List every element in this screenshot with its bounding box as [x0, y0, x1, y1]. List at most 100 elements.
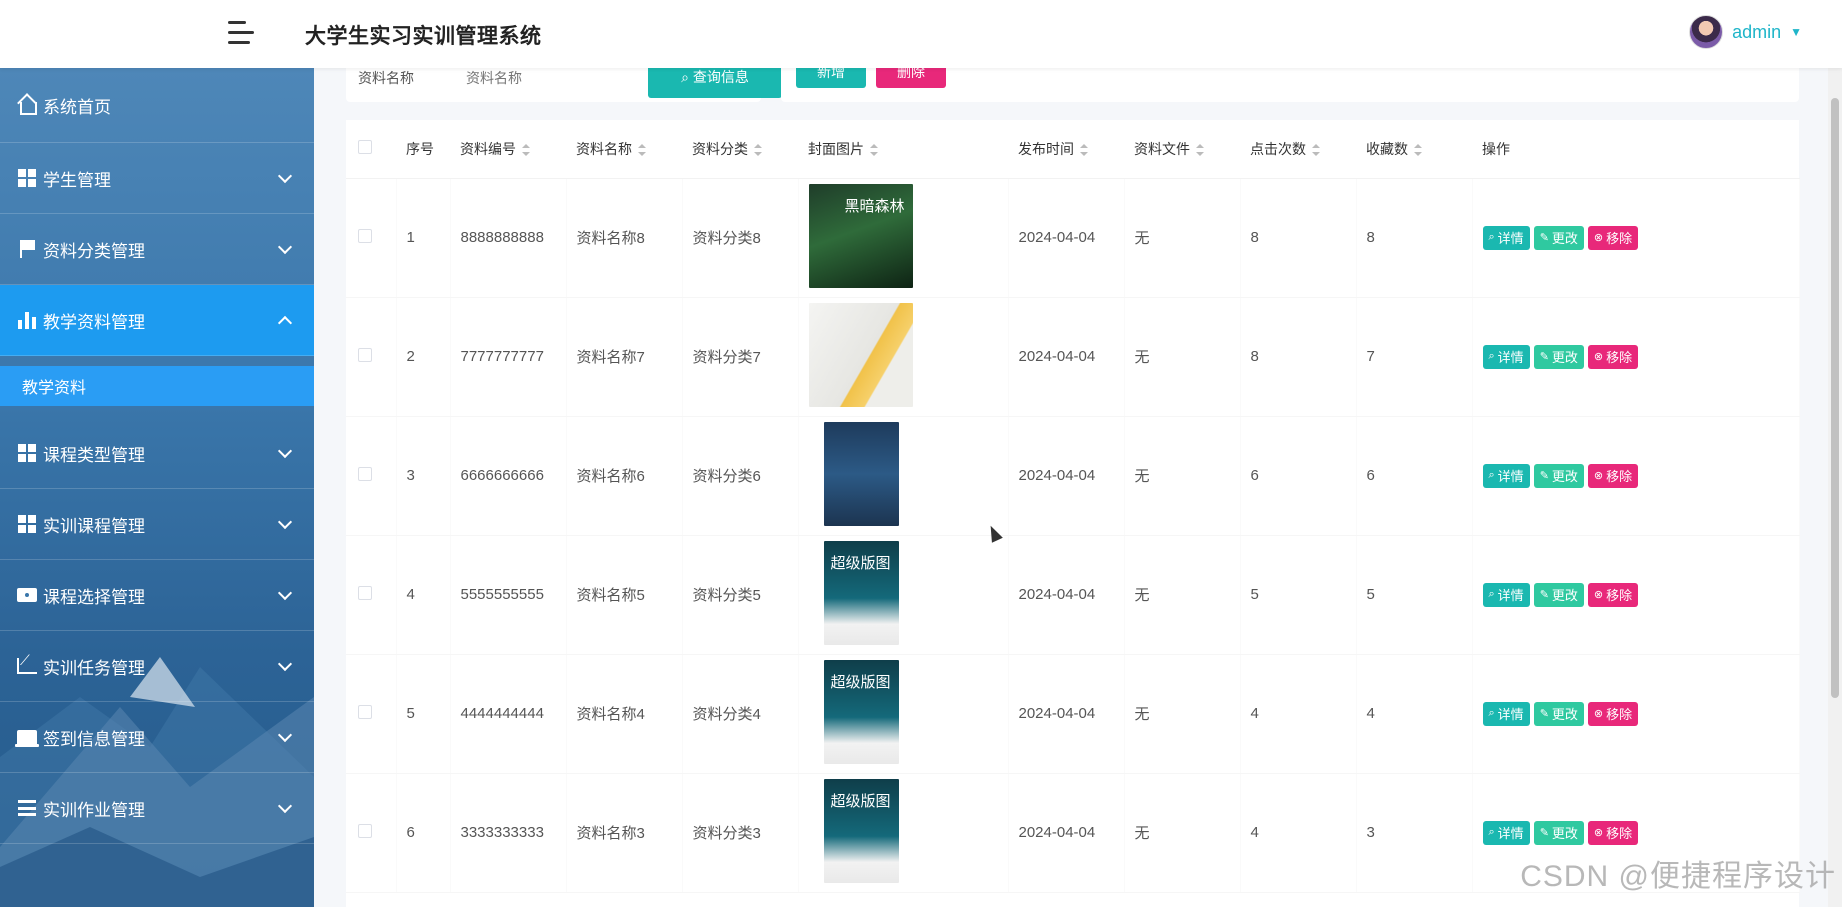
remove-label: 移除 [1606, 469, 1633, 484]
cell-favorites: 8 [1356, 178, 1473, 298]
column-header[interactable]: 资料编号 [450, 120, 566, 179]
cell-file: 无 [1124, 535, 1241, 655]
detail-button[interactable]: ⌕ 详情 [1482, 463, 1530, 488]
remove-button[interactable]: ⊗ 移除 [1587, 463, 1639, 488]
edit-button[interactable]: ✎ 更改 [1533, 344, 1584, 369]
cover-image[interactable]: 超级版图 [823, 540, 899, 645]
row-checkbox[interactable] [358, 823, 372, 838]
caret-down-icon[interactable]: ▼ [1790, 25, 1802, 39]
remove-button[interactable]: ⊗ 移除 [1587, 344, 1639, 369]
column-header[interactable]: 点击次数 [1240, 120, 1356, 179]
cover-title: 超级版图 [830, 792, 891, 810]
sort-icon[interactable] [522, 144, 530, 157]
edit-button[interactable]: ✎ 更改 [1533, 701, 1584, 726]
column-header[interactable]: 资料分类 [682, 120, 798, 179]
row-checkbox[interactable] [358, 585, 372, 600]
search-button[interactable]: ⌕ 查询信息 [648, 68, 782, 98]
column-header: 操作 [1472, 120, 1799, 179]
sort-icon[interactable] [638, 144, 646, 157]
sidebar-item-home[interactable]: 系统首页 [0, 68, 314, 143]
cell-ops: ⌕ 详情 ✎ 更改 ⊗ 移除 [1472, 535, 1800, 655]
detail-button[interactable]: ⌕ 详情 [1482, 344, 1530, 369]
scrollbar-thumb[interactable] [1831, 98, 1839, 698]
cell-date: 2024-04-04 [1008, 297, 1125, 417]
cover-image[interactable] [808, 302, 913, 407]
cell-favorites: 6 [1356, 416, 1473, 536]
pencil-icon: ✎ [1539, 827, 1549, 839]
detail-button[interactable]: ⌕ 详情 [1482, 701, 1530, 726]
edit-button[interactable]: ✎ 更改 [1533, 463, 1584, 488]
row-checkbox[interactable] [358, 228, 372, 243]
page-scrollbar[interactable] [1828, 68, 1842, 907]
sidebar-item-homework[interactable]: 实训作业管理 [0, 773, 314, 844]
edit-button[interactable]: ✎ 更改 [1533, 820, 1584, 845]
chevron-down-icon [277, 168, 293, 184]
avatar[interactable] [1689, 15, 1724, 49]
detail-button[interactable]: ⌕ 详情 [1482, 582, 1530, 607]
sidebar-item-checkin[interactable]: 签到信息管理 [0, 702, 314, 773]
sort-icon[interactable] [870, 144, 878, 157]
cover-image[interactable]: 黑暗森林 [808, 183, 913, 288]
add-button[interactable]: 新增 [796, 68, 866, 88]
column-header[interactable]: 封面图片 [798, 120, 1008, 179]
edit-label: 更改 [1551, 826, 1578, 841]
cell-cover: 黑暗森林 [798, 178, 1009, 298]
app-title: 大学生实习实训管理系统 [305, 25, 542, 48]
delete-button[interactable]: 删除 [876, 68, 946, 88]
sidebar-item-teaching-materials[interactable]: 教学资料管理 [0, 285, 314, 356]
cell-date: 2024-04-04 [1008, 773, 1125, 893]
column-header[interactable]: 资料文件 [1124, 120, 1240, 179]
cell-clicks: 4 [1240, 773, 1357, 893]
edit-button[interactable]: ✎ 更改 [1533, 225, 1584, 250]
remove-button[interactable]: ⊗ 移除 [1587, 701, 1639, 726]
search-icon: ⌕ [1488, 826, 1495, 838]
detail-button[interactable]: ⌕ 详情 [1482, 820, 1530, 845]
remove-button[interactable]: ⊗ 移除 [1587, 582, 1639, 607]
sidebar-item-category[interactable]: 资料分类管理 [0, 214, 314, 285]
cell-date: 2024-04-04 [1008, 416, 1125, 536]
cell-ops: ⌕ 详情 ✎ 更改 ⊗ 移除 [1472, 654, 1800, 774]
detail-button[interactable]: ⌕ 详情 [1482, 225, 1530, 250]
column-header[interactable]: 收藏数 [1356, 120, 1472, 179]
column-header[interactable]: 资料名称 [566, 120, 682, 179]
cell-ops: ⌕ 详情 ✎ 更改 ⊗ 移除 [1472, 178, 1800, 298]
column-header[interactable]: 发布时间 [1008, 120, 1124, 179]
sidebar-item-label: 签到信息管理 [43, 729, 145, 749]
grid-icon [16, 167, 38, 189]
row-checkbox[interactable] [358, 466, 372, 481]
user-menu[interactable]: admin ▼ [1689, 14, 1802, 50]
sidebar-item-training-course[interactable]: 实训课程管理 [0, 489, 314, 560]
cover-image[interactable] [823, 421, 899, 526]
sort-icon[interactable] [1196, 144, 1204, 157]
sidebar-item-students[interactable]: 学生管理 [0, 143, 314, 214]
sort-icon[interactable] [1080, 144, 1088, 157]
sidebar-item-course-type[interactable]: 课程类型管理 [0, 418, 314, 489]
sidebar-subitem-materials[interactable]: 教学资料 [0, 366, 314, 406]
remove-button[interactable]: ⊗ 移除 [1587, 820, 1639, 845]
edit-button[interactable]: ✎ 更改 [1533, 582, 1584, 607]
sidebar-item-training-task[interactable]: 实训任务管理 [0, 631, 314, 702]
pencil-icon: ✎ [1539, 589, 1549, 601]
user-name[interactable]: admin [1732, 22, 1781, 43]
cell-file: 无 [1124, 773, 1241, 893]
sort-icon[interactable] [754, 144, 762, 157]
sort-icon[interactable] [1414, 144, 1422, 157]
table-row: 5 4444444444 资料名称4 资料分类4 超级版图 2024-04-04… [346, 654, 1800, 774]
sidebar-item-label: 实训课程管理 [43, 516, 145, 536]
table-header-row: 序号 资料编号 资料名称 资料分类 封面图片 发布时间 资料文件 点击次数 收藏… [346, 120, 1799, 179]
remove-button[interactable]: ⊗ 移除 [1587, 225, 1639, 250]
main-content: 资料名称 ⌕ 查询信息 新增 删除 序号 资料编号 资料名称 资料分类 封面图片… [314, 68, 1828, 907]
edit-label: 更改 [1551, 588, 1578, 603]
cover-image[interactable]: 超级版图 [823, 778, 899, 883]
sidebar-item-label: 课程选择管理 [43, 587, 145, 607]
sort-icon[interactable] [1312, 144, 1320, 157]
row-checkbox[interactable] [358, 347, 372, 362]
select-all-checkbox[interactable] [358, 140, 372, 155]
cover-image[interactable]: 超级版图 [823, 659, 899, 764]
row-checkbox[interactable] [358, 704, 372, 719]
chevron-down-icon [277, 514, 293, 530]
search-icon: ⌕ [1488, 588, 1495, 600]
menu-toggle-icon[interactable] [226, 20, 256, 46]
sidebar-item-course-selection[interactable]: 课程选择管理 [0, 560, 314, 631]
search-input[interactable] [466, 68, 636, 92]
